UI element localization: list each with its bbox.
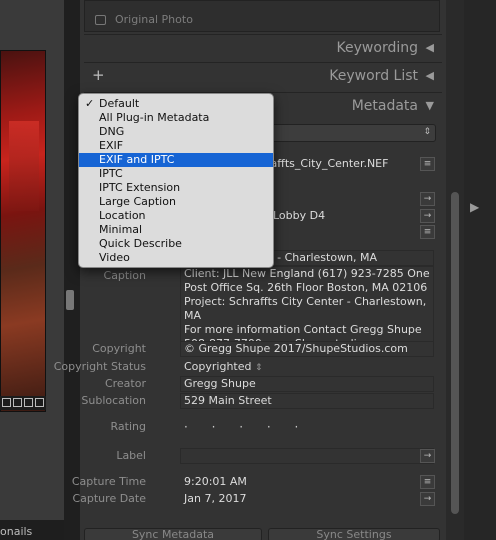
go-arrow-icon[interactable]: → bbox=[420, 192, 435, 206]
creator-field[interactable]: Gregg Shupe bbox=[180, 376, 434, 392]
photo-toolbar bbox=[0, 396, 46, 410]
menu-item-label: Quick Describe bbox=[99, 237, 182, 250]
survey-view-icon[interactable] bbox=[35, 398, 44, 407]
collapse-triangle-icon[interactable]: ◀ bbox=[426, 41, 434, 54]
label-field[interactable] bbox=[180, 448, 434, 464]
menu-item-label: Minimal bbox=[99, 223, 143, 236]
list-icon[interactable]: ≡ bbox=[420, 157, 435, 171]
capture-time-value[interactable]: 9:20:01 AM bbox=[184, 475, 247, 488]
menu-item-dng[interactable]: DNG bbox=[79, 125, 273, 139]
photo-preview[interactable] bbox=[0, 50, 46, 412]
chevron-updown-icon: ⇕ bbox=[423, 127, 431, 137]
collapse-triangle-icon[interactable]: ◀ bbox=[426, 69, 434, 82]
collapse-panel-triangle-icon[interactable]: ▶ bbox=[470, 200, 479, 214]
menu-item-minimal[interactable]: Minimal bbox=[79, 223, 273, 237]
menu-item-label: EXIF and IPTC bbox=[99, 153, 175, 166]
scroll-thumb[interactable] bbox=[451, 192, 459, 514]
menu-item-quick-describe[interactable]: Quick Describe bbox=[79, 237, 273, 251]
menu-item-default[interactable]: ✓ Default bbox=[79, 97, 273, 111]
headline-field[interactable]: ter - Charlestown, MA bbox=[254, 250, 434, 266]
menu-item-all-plugin-metadata[interactable]: All Plug-in Metadata bbox=[79, 111, 273, 125]
chevron-updown-icon: ⇕ bbox=[255, 363, 263, 373]
creator-label: Creator bbox=[104, 377, 146, 390]
copyright-status-label: Copyright Status bbox=[53, 360, 146, 373]
menu-item-location[interactable]: Location bbox=[79, 209, 273, 223]
check-icon: ✓ bbox=[85, 97, 95, 110]
label-label: Label bbox=[116, 449, 146, 462]
menu-item-exif-and-iptc[interactable]: EXIF and IPTC bbox=[79, 153, 273, 167]
loupe-view-icon[interactable] bbox=[13, 398, 22, 407]
keywording-header[interactable]: Keywording ◀ bbox=[84, 34, 442, 60]
menu-item-label: IPTC Extension bbox=[99, 181, 181, 194]
expand-triangle-icon[interactable]: ▼ bbox=[426, 99, 434, 112]
menu-item-label: Large Caption bbox=[99, 195, 176, 208]
rating-label: Rating bbox=[110, 420, 146, 433]
caption-line: Client: JLL New England (617) 923-7285 O… bbox=[184, 267, 430, 280]
menu-item-label: Location bbox=[99, 209, 146, 222]
sync-settings-button[interactable]: Sync Settings bbox=[268, 528, 440, 540]
title-value[interactable]: Lobby D4 bbox=[273, 209, 325, 222]
menu-item-iptc[interactable]: IPTC bbox=[79, 167, 273, 181]
capture-date-label: Capture Date bbox=[72, 492, 146, 505]
go-arrow-icon[interactable]: → bbox=[420, 209, 435, 223]
keyword-list-header[interactable]: + Keyword List ◀ bbox=[84, 62, 442, 88]
menu-item-label: IPTC bbox=[99, 167, 123, 180]
right-panel: Original Photo Keywording ◀ + Keyword Li… bbox=[54, 0, 446, 540]
copyright-status-select[interactable]: Copyrighted ⇕ bbox=[184, 360, 263, 373]
panel-scrollbar[interactable] bbox=[446, 0, 464, 540]
panel-resize-handle[interactable] bbox=[66, 290, 74, 310]
metadata-title: Metadata bbox=[351, 98, 418, 114]
metadata-preset-menu: ✓ Default All Plug-in Metadata DNG EXIF E… bbox=[78, 93, 274, 268]
image-view: onails bbox=[0, 0, 66, 540]
menu-item-label: Video bbox=[99, 251, 130, 264]
filename-value[interactable]: raffts_City_Center.NEF bbox=[266, 157, 388, 170]
rating-stars[interactable]: · · · · · bbox=[184, 420, 308, 434]
caption-line: Post Office Sq. 26th Floor Boston, MA 02… bbox=[184, 281, 428, 294]
go-arrow-icon[interactable]: → bbox=[420, 492, 435, 506]
sync-metadata-button[interactable]: Sync Metadata bbox=[84, 528, 262, 540]
photo-highlight bbox=[9, 121, 39, 211]
caption-field[interactable]: Client: JLL New England (617) 923-7285 O… bbox=[180, 266, 434, 350]
copyright-label: Copyright bbox=[92, 342, 146, 355]
list-icon[interactable]: ≡ bbox=[420, 475, 435, 489]
original-photo-checkbox[interactable] bbox=[95, 15, 106, 25]
copyright-status-value: Copyrighted bbox=[184, 360, 252, 373]
panel-divider bbox=[64, 0, 80, 540]
keyword-list-title: Keyword List bbox=[329, 68, 418, 84]
capture-date-value[interactable]: Jan 7, 2017 bbox=[184, 492, 246, 505]
list-icon[interactable]: ≡ bbox=[420, 225, 435, 239]
original-photo-label: Original Photo bbox=[115, 13, 193, 26]
menu-item-label: Default bbox=[99, 97, 140, 110]
capture-time-label: Capture Time bbox=[71, 475, 146, 488]
menu-item-label: All Plug-in Metadata bbox=[99, 111, 210, 124]
right-edge: ▶ bbox=[464, 0, 496, 540]
caption-line: Project: Schraffts City Center - Charles… bbox=[184, 295, 427, 322]
caption-label: Caption bbox=[103, 269, 146, 282]
go-arrow-icon[interactable]: → bbox=[420, 449, 435, 463]
bottom-buttons: Sync Metadata Sync Settings bbox=[84, 528, 442, 540]
menu-item-exif[interactable]: EXIF bbox=[79, 139, 273, 153]
menu-item-iptc-extension[interactable]: IPTC Extension bbox=[79, 181, 273, 195]
menu-item-large-caption[interactable]: Large Caption bbox=[79, 195, 273, 209]
menu-item-video[interactable]: Video bbox=[79, 251, 273, 265]
thumbnails-label: onails bbox=[0, 525, 33, 538]
sublocation-label: Sublocation bbox=[81, 394, 146, 407]
keywording-title: Keywording bbox=[336, 40, 418, 56]
add-keyword-icon[interactable]: + bbox=[92, 66, 105, 84]
compare-view-icon[interactable] bbox=[24, 398, 33, 407]
original-photo-box: Original Photo bbox=[84, 0, 440, 32]
menu-item-label: DNG bbox=[99, 125, 125, 138]
menu-item-label: EXIF bbox=[99, 139, 124, 152]
sublocation-field[interactable]: 529 Main Street bbox=[180, 393, 434, 409]
caption-line: For more information Contact Gregg Shupe bbox=[184, 323, 422, 336]
copyright-field[interactable]: © Gregg Shupe 2017/ShupeStudios.com bbox=[180, 341, 434, 357]
grid-view-icon[interactable] bbox=[2, 398, 11, 407]
